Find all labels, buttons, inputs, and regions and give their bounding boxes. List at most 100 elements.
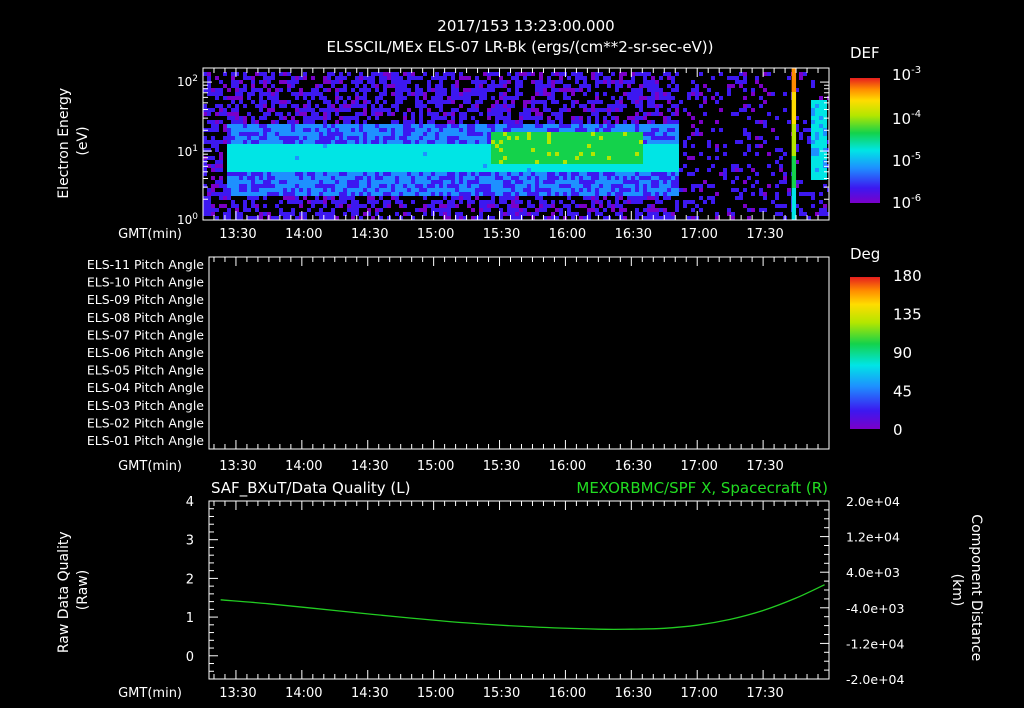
spectrogram-cell <box>291 120 295 124</box>
spectrogram-cell <box>663 156 667 160</box>
spectrogram-cell <box>427 100 431 104</box>
spectrogram-cell <box>331 184 335 188</box>
spectrogram-cell <box>355 100 359 104</box>
spectrogram-cell <box>327 136 331 140</box>
spectrogram-spike-cell <box>791 84 797 88</box>
spectrogram-cell <box>403 188 407 192</box>
spectrogram-cell <box>779 148 783 152</box>
spectrogram-cell <box>307 136 311 140</box>
spectrogram-cell <box>751 88 755 92</box>
spectrogram-cell <box>491 72 495 76</box>
spectrogram-cell <box>511 212 515 216</box>
spectrogram-cell <box>583 104 587 108</box>
spectrogram-cell <box>575 128 579 132</box>
spectrogram-cell <box>399 128 403 132</box>
spectrogram-cell <box>535 84 539 88</box>
spectrogram-cell <box>335 172 339 176</box>
spectrogram-cell <box>243 136 247 140</box>
spectrogram-cell <box>595 188 599 192</box>
spectrogram-cell <box>231 136 235 140</box>
spectrogram-cell <box>607 184 611 188</box>
spectrogram-cell <box>783 180 787 184</box>
spectrogram-cell <box>779 164 783 168</box>
spectrogram-cell <box>387 172 391 176</box>
spectrogram-cell <box>367 100 371 104</box>
spectrogram-cell <box>715 100 719 104</box>
spectrogram-cell <box>671 164 675 168</box>
spectrogram-cell <box>259 136 263 140</box>
spectrogram-cell <box>383 108 387 112</box>
spectrogram-cell <box>271 188 275 192</box>
spectrogram-cell <box>543 176 547 180</box>
spectrogram-cell <box>399 76 403 80</box>
spectrogram-cell <box>351 88 355 92</box>
spectrogram-cell <box>683 164 687 168</box>
spectrogram-cell <box>531 216 535 220</box>
spectrogram-cell <box>379 164 383 168</box>
spectrogram-cell <box>467 136 471 140</box>
spectrogram-cell <box>615 120 619 124</box>
spectrogram-cell <box>415 160 419 164</box>
spectrogram-cell <box>359 152 363 156</box>
spectrogram-cell <box>607 104 611 108</box>
spectrogram-cell <box>355 148 359 152</box>
spectrogram-cell <box>459 76 463 80</box>
spectrogram-cell <box>455 180 459 184</box>
spectrogram-cell <box>775 204 779 208</box>
spectrogram-cell <box>343 156 347 160</box>
spectrogram-cell <box>547 176 551 180</box>
spectrogram-cell <box>379 128 383 132</box>
spectrogram-cell <box>647 120 651 124</box>
spectrogram-cell <box>503 188 507 192</box>
spectrogram-cell <box>291 212 295 216</box>
spectrogram-cell <box>503 120 507 124</box>
spectrogram-cell <box>667 164 671 168</box>
spectrogram-cell <box>351 116 355 120</box>
spectrogram-cell <box>463 160 467 164</box>
spectrogram-cell <box>623 80 627 84</box>
spectrogram-cell <box>275 172 279 176</box>
spectrogram-cell <box>323 112 327 116</box>
spectrogram-cell <box>379 124 383 128</box>
spectrogram-cell <box>659 124 663 128</box>
spectrogram-cell <box>655 108 659 112</box>
spectrogram-cell <box>399 192 403 196</box>
spectrogram-cell <box>379 104 383 108</box>
spectrogram-cell <box>343 172 347 176</box>
spectrogram-cell <box>515 212 519 216</box>
spectrogram-cell <box>399 152 403 156</box>
spectrogram-cell <box>251 128 255 132</box>
spectrogram-cell <box>543 208 547 212</box>
spectrogram-cell <box>363 192 367 196</box>
spectrogram-cell <box>311 176 315 180</box>
spectrogram-cell <box>531 184 535 188</box>
spectrogram-cell <box>275 148 279 152</box>
spectrogram-cell <box>551 172 555 176</box>
spectrogram-cell <box>499 132 503 136</box>
spectrogram-cell <box>691 88 695 92</box>
spectrogram-cell <box>819 172 823 176</box>
spectrogram-cell <box>423 92 427 96</box>
spectrogram-cell <box>527 108 531 112</box>
spectrogram-cell <box>295 160 299 164</box>
spectrogram-cell <box>627 168 631 172</box>
spectrogram-cell <box>315 172 319 176</box>
spectrogram-cell <box>235 176 239 180</box>
spectrogram-cell <box>611 208 615 212</box>
spectrogram-cell <box>671 88 675 92</box>
spectrogram-cell <box>435 148 439 152</box>
spectrogram-cell <box>663 168 667 172</box>
spectrogram-cell <box>387 160 391 164</box>
spectrogram-cell <box>271 164 275 168</box>
spectrogram-cell <box>699 104 703 108</box>
spectrogram-cell <box>227 208 231 212</box>
spectrogram-cell <box>819 212 823 216</box>
spectrogram-cell <box>403 112 407 116</box>
spectrogram-cell <box>575 100 579 104</box>
spectrogram-cell <box>659 188 663 192</box>
spectrogram-cell <box>367 184 371 188</box>
spectrogram-cell <box>595 132 599 136</box>
spectrogram-cell <box>519 120 523 124</box>
spectrogram-cell <box>675 208 679 212</box>
spectrogram-cell <box>643 176 647 180</box>
